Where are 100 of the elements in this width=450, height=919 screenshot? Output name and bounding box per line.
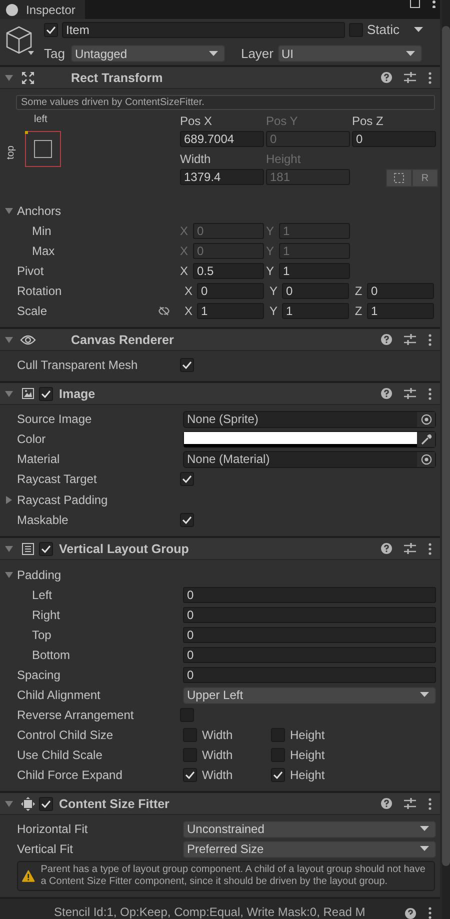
component-header[interactable]: Content Size Fitter bbox=[0, 792, 440, 815]
property-label: Max bbox=[32, 244, 55, 258]
number-field[interactable]: 1 bbox=[279, 263, 350, 279]
checkbox[interactable] bbox=[180, 472, 194, 486]
property-label: Reverse Arrangement bbox=[17, 708, 134, 722]
kebab-menu-icon[interactable] bbox=[432, 0, 436, 8]
foldout-icon[interactable] bbox=[5, 336, 13, 344]
layer-dropdown[interactable]: UI bbox=[278, 45, 422, 62]
component-header[interactable]: Canvas Renderer bbox=[0, 328, 440, 351]
foldout-icon[interactable] bbox=[5, 74, 13, 82]
component-header[interactable]: Rect Transform bbox=[0, 66, 440, 89]
help-icon[interactable] bbox=[381, 543, 392, 554]
number-field[interactable]: 0 bbox=[282, 283, 349, 299]
number-field[interactable]: 689.7004 bbox=[180, 131, 264, 147]
axis-label: Y bbox=[266, 264, 276, 278]
maximize-icon[interactable] bbox=[410, 0, 420, 8]
kebab-menu-icon[interactable] bbox=[428, 542, 432, 554]
eyedropper-icon[interactable] bbox=[420, 434, 432, 444]
checkbox-label: Width bbox=[202, 768, 233, 782]
kebab-menu-icon[interactable] bbox=[428, 72, 432, 84]
number-field[interactable]: 0 bbox=[183, 627, 436, 643]
component-enabled-checkbox[interactable] bbox=[39, 386, 53, 400]
number-field[interactable]: 0 bbox=[367, 283, 434, 299]
foldout-icon[interactable] bbox=[5, 544, 13, 552]
layer-label: Layer bbox=[240, 46, 274, 61]
component-title: Canvas Renderer bbox=[71, 332, 175, 346]
presets-icon[interactable] bbox=[404, 798, 416, 809]
object-picker-icon[interactable] bbox=[420, 414, 432, 424]
blueprint-mode-button[interactable] bbox=[386, 169, 412, 187]
number-field[interactable]: 1379.4 bbox=[180, 169, 264, 185]
object-field[interactable]: None (Sprite) bbox=[183, 410, 436, 428]
number-field[interactable]: 0 bbox=[183, 647, 436, 663]
driven-values-note: Some values driven by ContentSizeFitter. bbox=[16, 95, 435, 110]
property-label: Child Alignment bbox=[17, 688, 100, 702]
warning-text: Parent has a type of layout group component. A child of a layout group should not have a Content Size Fitter component, since it should be driven by the layout group. bbox=[40, 864, 426, 888]
number-field[interactable]: 0 bbox=[183, 607, 436, 623]
dropdown-arrow-icon bbox=[420, 692, 429, 698]
component-header[interactable]: Vertical Layout Group bbox=[0, 537, 440, 560]
dropdown-arrow-icon[interactable] bbox=[414, 26, 423, 32]
name-field[interactable]: Item bbox=[62, 22, 345, 38]
foldout-icon[interactable] bbox=[5, 496, 13, 504]
component-enabled-checkbox[interactable] bbox=[39, 542, 53, 556]
property-label: Cull Transparent Mesh bbox=[17, 358, 138, 372]
help-icon[interactable] bbox=[381, 334, 392, 345]
dropdown-arrow-icon bbox=[420, 846, 429, 852]
property-label: Rotation bbox=[17, 284, 62, 298]
property-label: Raycast Target bbox=[17, 472, 97, 486]
number-field[interactable]: 0 bbox=[183, 587, 436, 603]
property-label: Padding bbox=[17, 568, 62, 582]
kebab-menu-icon[interactable] bbox=[428, 907, 432, 919]
component-header[interactable]: Image bbox=[0, 382, 440, 405]
help-icon[interactable] bbox=[381, 798, 392, 809]
object-picker-icon[interactable] bbox=[420, 454, 432, 464]
image-icon bbox=[21, 387, 35, 400]
component-title: Vertical Layout Group bbox=[59, 542, 190, 556]
presets-icon[interactable] bbox=[404, 543, 416, 554]
checkbox[interactable] bbox=[183, 768, 197, 782]
object-field[interactable]: None (Material) bbox=[183, 450, 436, 468]
foldout-icon[interactable] bbox=[5, 570, 13, 578]
number-field[interactable]: 1 bbox=[197, 303, 264, 319]
checkbox[interactable] bbox=[271, 768, 285, 782]
component-enabled-checkbox[interactable] bbox=[39, 796, 53, 810]
presets-icon[interactable] bbox=[404, 388, 416, 399]
property-label: Anchors bbox=[17, 204, 62, 218]
checkbox[interactable] bbox=[180, 513, 194, 527]
number-field[interactable]: 0 bbox=[183, 667, 436, 683]
checkbox-label: Width bbox=[202, 728, 233, 742]
checkbox[interactable] bbox=[180, 358, 194, 372]
presets-icon[interactable] bbox=[404, 72, 416, 83]
property-label: Min bbox=[32, 224, 52, 238]
active-checkbox[interactable] bbox=[44, 22, 58, 36]
foldout-icon[interactable] bbox=[5, 800, 13, 808]
presets-icon[interactable] bbox=[404, 334, 416, 345]
number-field[interactable]: 0 bbox=[352, 131, 436, 147]
number-field[interactable]: 0 bbox=[197, 283, 264, 299]
dropdown[interactable]: Unconstrained bbox=[183, 820, 436, 838]
foldout-icon[interactable] bbox=[5, 206, 13, 214]
foldout-icon[interactable] bbox=[5, 390, 13, 398]
number-field[interactable]: 1 bbox=[367, 303, 434, 319]
anchor-presets-icon[interactable] bbox=[25, 131, 61, 167]
constrain-proportions-icon[interactable] bbox=[158, 306, 170, 316]
cube-icon[interactable] bbox=[4, 25, 34, 57]
number-field[interactable]: 1 bbox=[282, 303, 349, 319]
dropdown[interactable]: Upper Left bbox=[183, 686, 436, 704]
help-icon[interactable] bbox=[381, 388, 392, 399]
static-label: Static bbox=[367, 22, 400, 37]
property-label: Spacing bbox=[17, 668, 60, 682]
kebab-menu-icon[interactable] bbox=[428, 388, 432, 400]
dropdown-arrow-icon bbox=[406, 50, 414, 56]
anchor-vertical-label: top bbox=[5, 146, 16, 160]
inspector-tab[interactable]: Inspector bbox=[0, 0, 86, 19]
number-field[interactable]: 0.5 bbox=[193, 263, 264, 279]
color-swatch[interactable] bbox=[184, 432, 417, 446]
kebab-menu-icon[interactable] bbox=[428, 334, 432, 346]
property-label: Use Child Scale bbox=[17, 748, 102, 762]
help-icon[interactable] bbox=[405, 908, 416, 918]
help-icon[interactable] bbox=[381, 72, 392, 83]
tag-dropdown[interactable]: Untagged bbox=[70, 45, 225, 62]
kebab-menu-icon[interactable] bbox=[428, 798, 432, 810]
dropdown[interactable]: Preferred Size bbox=[183, 840, 436, 858]
